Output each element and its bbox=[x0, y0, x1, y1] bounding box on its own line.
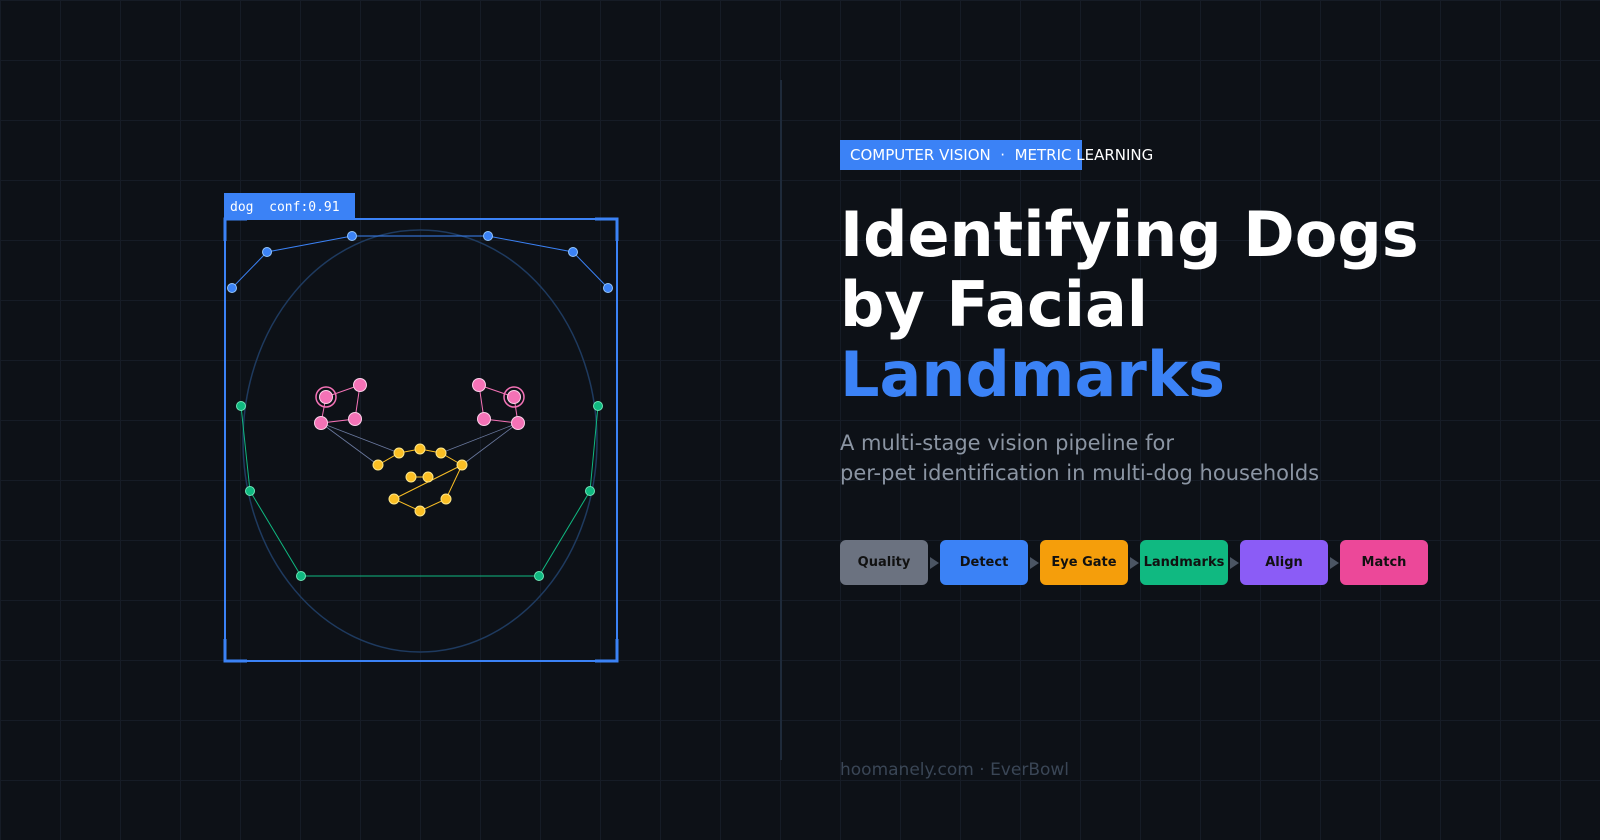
eye-point bbox=[314, 416, 328, 430]
stage-match: Match bbox=[1340, 540, 1428, 585]
page-title: Identifying Dogs by Facial Landmarks bbox=[840, 200, 1419, 410]
ear-line bbox=[231, 235, 609, 289]
title-line-1: Identifying Dogs bbox=[840, 198, 1419, 271]
stage-quality: Quality bbox=[840, 540, 928, 585]
arrow-icon bbox=[1330, 557, 1339, 569]
detection-box bbox=[224, 218, 618, 662]
eye-landmarks bbox=[314, 378, 525, 430]
detection-label: dog conf:0.91 bbox=[230, 200, 340, 215]
subtitle: A multi-stage vision pipeline for per-pe… bbox=[840, 428, 1319, 488]
category-tag: COMPUTER VISION · METRIC LEARNING bbox=[840, 140, 1164, 170]
nose-point bbox=[456, 459, 468, 471]
mouth-point bbox=[440, 493, 452, 505]
arrow-icon bbox=[1130, 557, 1139, 569]
ear-point bbox=[227, 283, 237, 293]
nose-point bbox=[414, 443, 426, 455]
ear-point bbox=[262, 247, 272, 257]
eye-point bbox=[477, 412, 491, 426]
stage-eye-gate: Eye Gate bbox=[1040, 540, 1128, 585]
footer-credit: hoomanely.com · EverBowl bbox=[840, 760, 1070, 780]
eye-point bbox=[507, 390, 521, 404]
jaw-point bbox=[245, 486, 255, 496]
eye-point bbox=[511, 416, 525, 430]
stage-landmarks: Landmarks bbox=[1140, 540, 1228, 585]
head-outline bbox=[242, 229, 598, 653]
vertical-divider bbox=[780, 80, 782, 760]
jaw-line bbox=[240, 405, 599, 577]
ear-point bbox=[347, 231, 357, 241]
landmark-visualization: dog conf:0.91 bbox=[223, 193, 619, 663]
ear-point bbox=[483, 231, 493, 241]
arrow-icon bbox=[1030, 557, 1039, 569]
jaw-landmarks bbox=[236, 401, 603, 581]
ear-landmarks bbox=[227, 231, 613, 293]
eye-point bbox=[348, 412, 362, 426]
arrow-icon bbox=[1230, 557, 1239, 569]
subtitle-line-1: A multi-stage vision pipeline for bbox=[840, 431, 1174, 455]
eye-point bbox=[353, 378, 367, 392]
nose-landmarks bbox=[372, 443, 468, 517]
jaw-point bbox=[585, 486, 595, 496]
nose-point bbox=[372, 459, 384, 471]
eye-point bbox=[319, 390, 333, 404]
arrow-icon bbox=[930, 557, 939, 569]
stage-align: Align bbox=[1240, 540, 1328, 585]
nose-point bbox=[393, 447, 405, 459]
ear-point bbox=[603, 283, 613, 293]
eye-point bbox=[472, 378, 486, 392]
nostril-point bbox=[405, 471, 417, 483]
jaw-point bbox=[296, 571, 306, 581]
subtitle-line-2: per-pet identification in multi-dog hous… bbox=[840, 461, 1320, 485]
stage-detect: Detect bbox=[940, 540, 1028, 585]
nose-point bbox=[435, 447, 447, 459]
mouth-point bbox=[414, 505, 426, 517]
title-line-2: by Facial bbox=[840, 268, 1149, 341]
mouth-point bbox=[388, 493, 400, 505]
box-corners bbox=[223, 217, 619, 663]
title-line-3: Landmarks bbox=[840, 338, 1226, 411]
nostril-point bbox=[422, 471, 434, 483]
jaw-point bbox=[534, 571, 544, 581]
jaw-point bbox=[593, 401, 603, 411]
jaw-point bbox=[236, 401, 246, 411]
ear-point bbox=[568, 247, 578, 257]
